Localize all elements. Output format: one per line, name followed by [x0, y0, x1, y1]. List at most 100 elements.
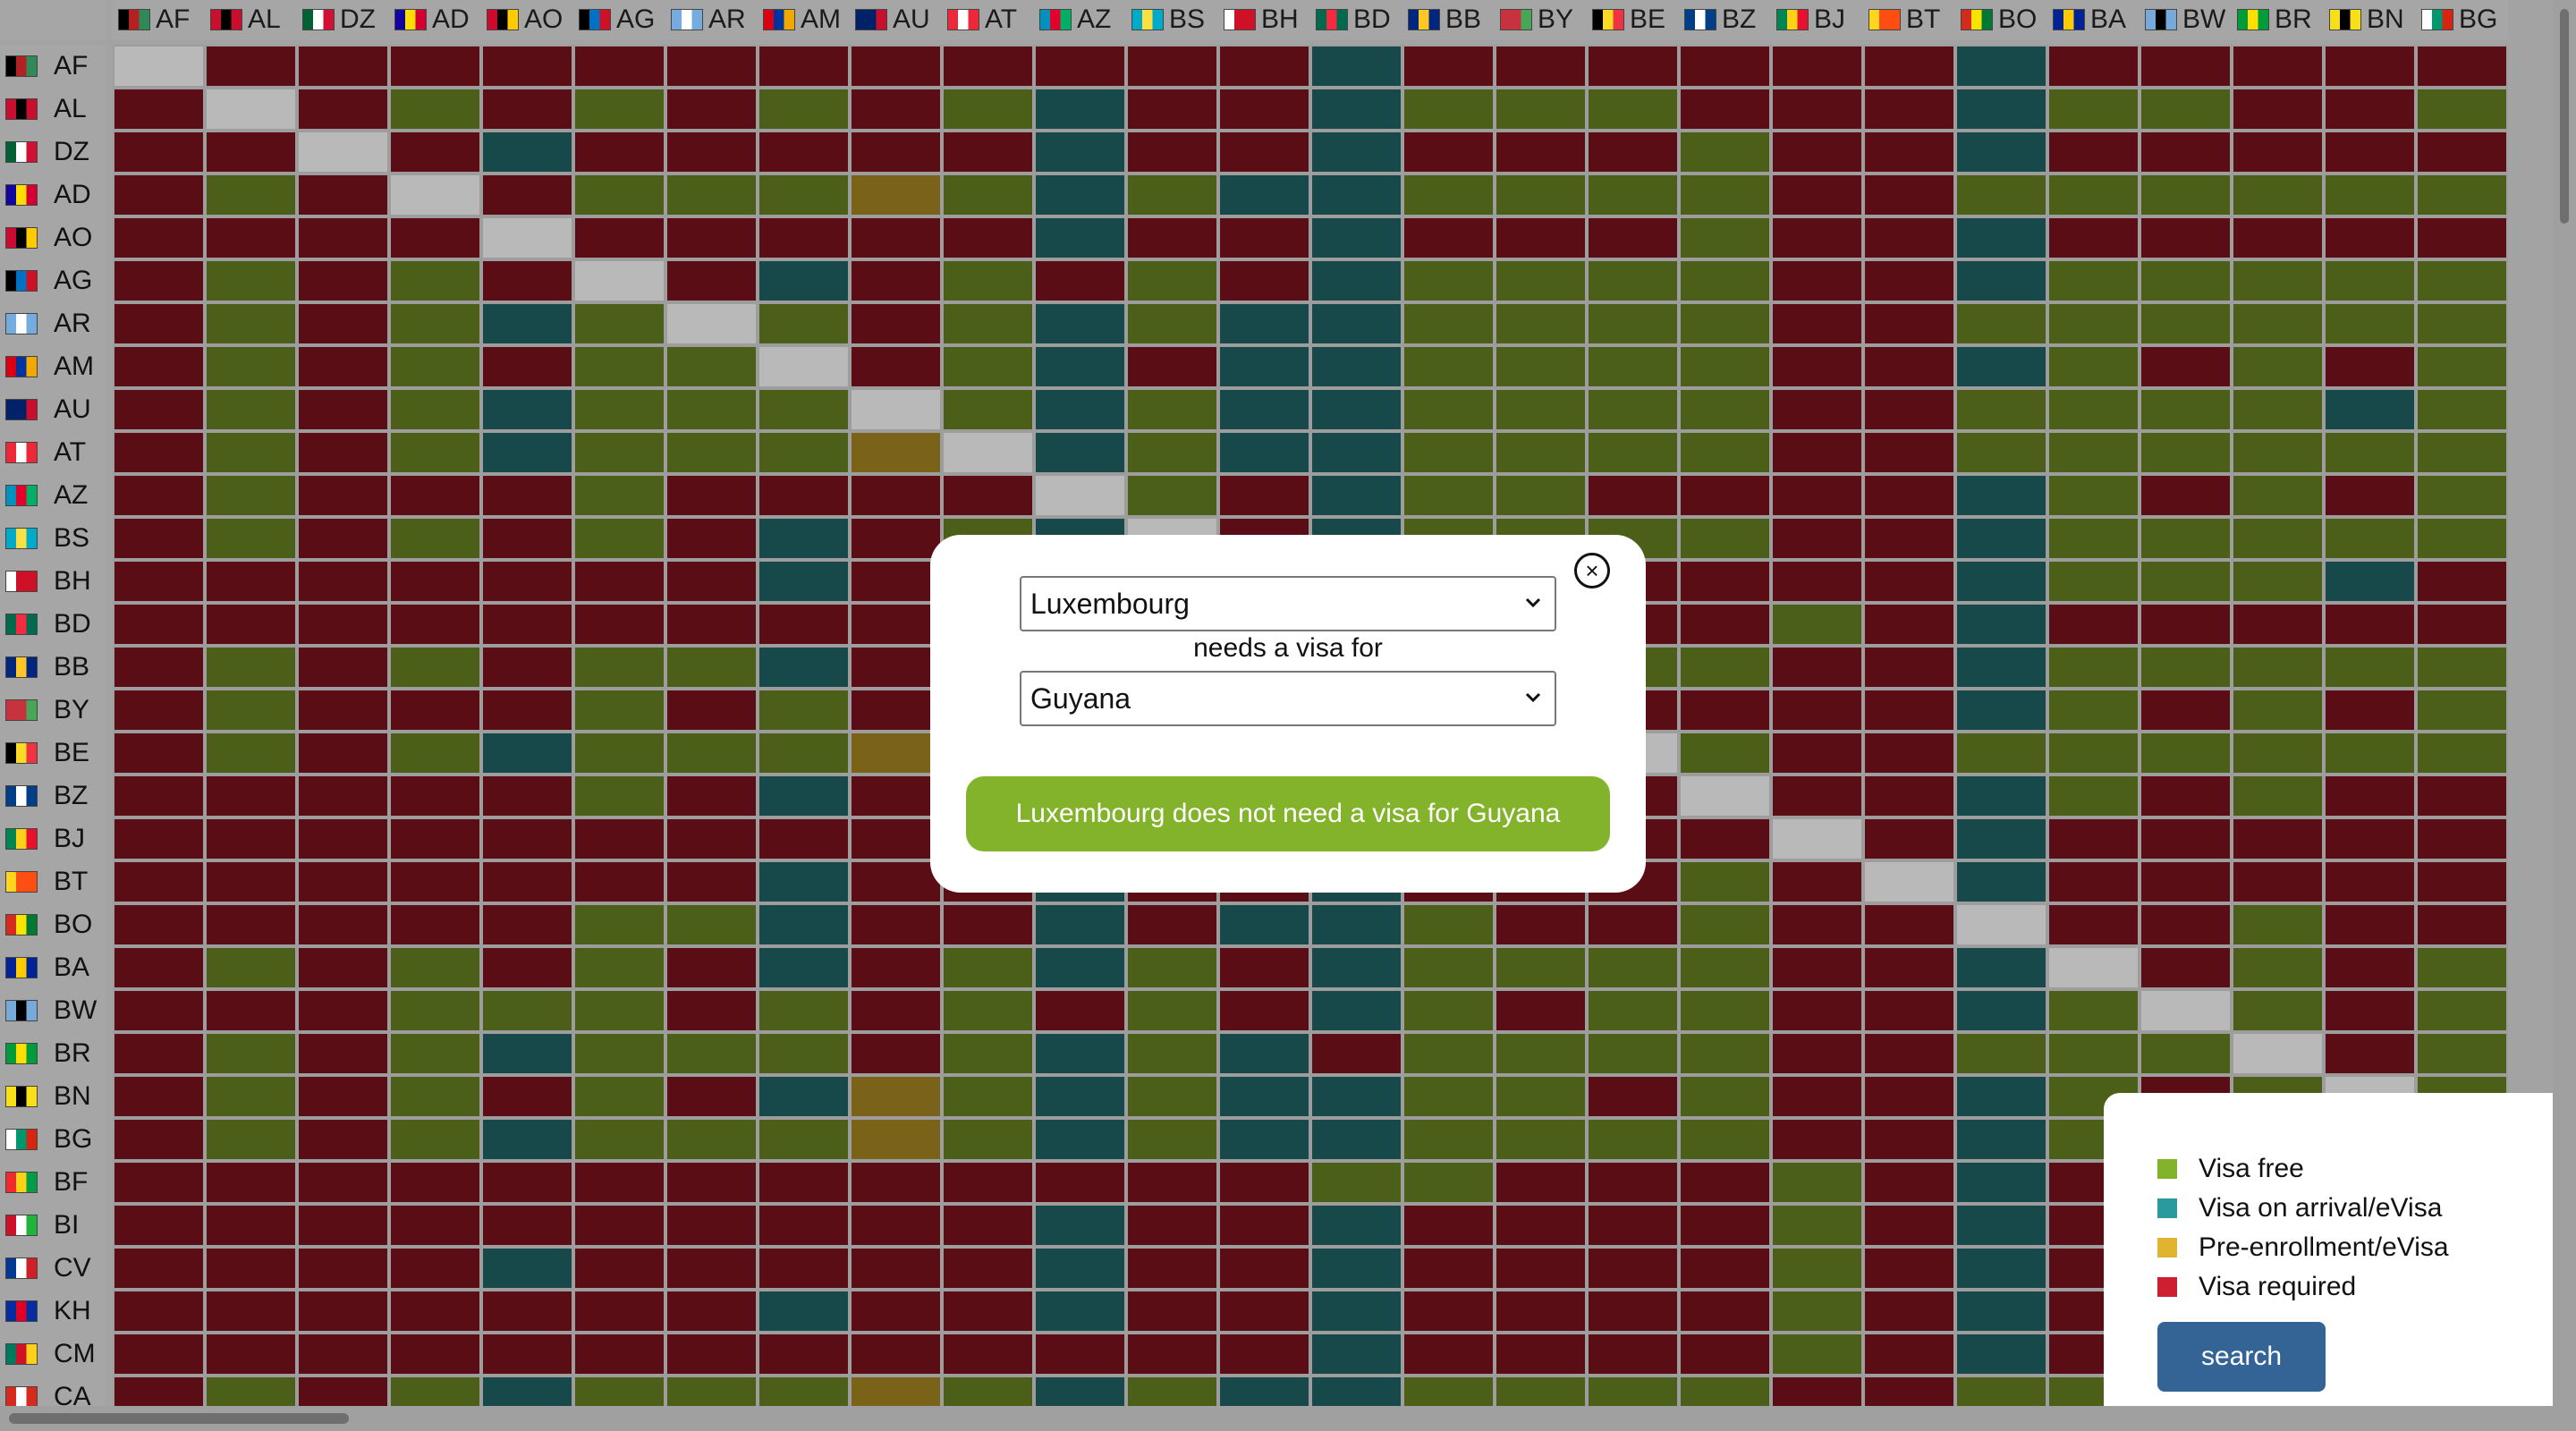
- column-header-bo[interactable]: BO: [1955, 0, 2047, 39]
- matrix-cell[interactable]: [1218, 903, 1310, 946]
- matrix-cell[interactable]: [1955, 903, 2047, 946]
- row-header-bw[interactable]: BW: [0, 989, 106, 1032]
- column-header-bt[interactable]: BT: [1863, 0, 1955, 39]
- matrix-cell[interactable]: [1955, 946, 2047, 989]
- matrix-cell[interactable]: [297, 474, 389, 517]
- matrix-cell[interactable]: [1771, 603, 1863, 646]
- matrix-cell[interactable]: [1218, 1032, 1310, 1075]
- matrix-cell[interactable]: [1034, 1118, 1126, 1161]
- matrix-cell[interactable]: [573, 216, 665, 259]
- matrix-cell[interactable]: [2140, 474, 2232, 517]
- matrix-cell[interactable]: [113, 517, 205, 560]
- matrix-cell[interactable]: [389, 560, 481, 603]
- matrix-cell[interactable]: [1402, 1032, 1495, 1075]
- matrix-cell[interactable]: [113, 45, 205, 88]
- matrix-cell[interactable]: [389, 88, 481, 131]
- matrix-cell[interactable]: [1034, 88, 1126, 131]
- matrix-cell[interactable]: [1771, 517, 1863, 560]
- matrix-cell[interactable]: [1955, 302, 2047, 345]
- row-header-be[interactable]: BE: [0, 732, 106, 775]
- matrix-cell[interactable]: [481, 45, 573, 88]
- matrix-cell[interactable]: [389, 302, 481, 345]
- matrix-cell[interactable]: [297, 603, 389, 646]
- matrix-cell[interactable]: [1955, 1161, 2047, 1204]
- row-header-kh[interactable]: KH: [0, 1290, 106, 1333]
- matrix-cell[interactable]: [1402, 1290, 1495, 1333]
- row-header-cv[interactable]: CV: [0, 1247, 106, 1290]
- matrix-cell[interactable]: [1402, 302, 1495, 345]
- matrix-cell[interactable]: [481, 1290, 573, 1333]
- horizontal-scrollbar[interactable]: [0, 1406, 2553, 1431]
- matrix-cell[interactable]: [1126, 45, 1218, 88]
- matrix-cell[interactable]: [205, 775, 297, 817]
- matrix-cell[interactable]: [573, 1204, 665, 1247]
- matrix-cell[interactable]: [1310, 1032, 1402, 1075]
- matrix-cell[interactable]: [1034, 903, 1126, 946]
- matrix-cell[interactable]: [481, 860, 573, 903]
- matrix-cell[interactable]: [1402, 388, 1495, 431]
- matrix-cell[interactable]: [1771, 989, 1863, 1032]
- matrix-cell[interactable]: [2140, 259, 2232, 302]
- matrix-cell[interactable]: [2232, 732, 2324, 775]
- row-header-bi[interactable]: BI: [0, 1204, 106, 1247]
- matrix-cell[interactable]: [1679, 388, 1771, 431]
- matrix-cell[interactable]: [1771, 817, 1863, 860]
- matrix-cell[interactable]: [2324, 174, 2416, 216]
- matrix-cell[interactable]: [481, 775, 573, 817]
- column-header-ar[interactable]: AR: [665, 0, 758, 39]
- vertical-scrollbar[interactable]: [2553, 0, 2576, 1431]
- matrix-cell[interactable]: [1863, 259, 1955, 302]
- column-header-af[interactable]: AF: [113, 0, 205, 39]
- matrix-cell[interactable]: [389, 1204, 481, 1247]
- matrix-cell[interactable]: [2232, 174, 2324, 216]
- matrix-cell[interactable]: [1679, 302, 1771, 345]
- matrix-cell[interactable]: [2140, 216, 2232, 259]
- matrix-cell[interactable]: [2324, 775, 2416, 817]
- matrix-cell[interactable]: [1310, 1118, 1402, 1161]
- matrix-cell[interactable]: [942, 1118, 1034, 1161]
- matrix-cell[interactable]: [481, 174, 573, 216]
- matrix-cell[interactable]: [665, 1333, 758, 1376]
- matrix-cell[interactable]: [205, 817, 297, 860]
- matrix-cell[interactable]: [665, 732, 758, 775]
- matrix-cell[interactable]: [2232, 989, 2324, 1032]
- matrix-cell[interactable]: [113, 817, 205, 860]
- matrix-cell[interactable]: [1771, 646, 1863, 689]
- matrix-cell[interactable]: [2324, 88, 2416, 131]
- matrix-cell[interactable]: [2324, 259, 2416, 302]
- matrix-cell[interactable]: [1679, 646, 1771, 689]
- row-header-bb[interactable]: BB: [0, 646, 106, 689]
- matrix-cell[interactable]: [2047, 817, 2140, 860]
- matrix-cell[interactable]: [1495, 1204, 1587, 1247]
- matrix-cell[interactable]: [1310, 1075, 1402, 1118]
- matrix-cell[interactable]: [1679, 860, 1771, 903]
- matrix-cell[interactable]: [2047, 474, 2140, 517]
- matrix-cell[interactable]: [1679, 45, 1771, 88]
- matrix-cell[interactable]: [205, 989, 297, 1032]
- matrix-cell[interactable]: [758, 174, 850, 216]
- matrix-cell[interactable]: [389, 345, 481, 388]
- matrix-cell[interactable]: [1034, 431, 1126, 474]
- matrix-cell[interactable]: [1310, 388, 1402, 431]
- matrix-cell[interactable]: [1771, 431, 1863, 474]
- matrix-cell[interactable]: [2047, 345, 2140, 388]
- matrix-cell[interactable]: [1218, 259, 1310, 302]
- matrix-cell[interactable]: [2140, 689, 2232, 732]
- matrix-cell[interactable]: [1771, 388, 1863, 431]
- matrix-cell[interactable]: [1587, 174, 1679, 216]
- matrix-cell[interactable]: [2047, 174, 2140, 216]
- matrix-cell[interactable]: [850, 45, 942, 88]
- matrix-cell[interactable]: [113, 174, 205, 216]
- matrix-cell[interactable]: [942, 88, 1034, 131]
- matrix-cell[interactable]: [1587, 1032, 1679, 1075]
- row-header-bh[interactable]: BH: [0, 560, 106, 603]
- matrix-cell[interactable]: [573, 646, 665, 689]
- matrix-cell[interactable]: [481, 817, 573, 860]
- matrix-cell[interactable]: [1771, 174, 1863, 216]
- matrix-cell[interactable]: [1863, 1247, 1955, 1290]
- matrix-cell[interactable]: [1126, 1247, 1218, 1290]
- matrix-cell[interactable]: [850, 1333, 942, 1376]
- matrix-cell[interactable]: [2047, 946, 2140, 989]
- matrix-cell[interactable]: [573, 517, 665, 560]
- matrix-cell[interactable]: [389, 946, 481, 989]
